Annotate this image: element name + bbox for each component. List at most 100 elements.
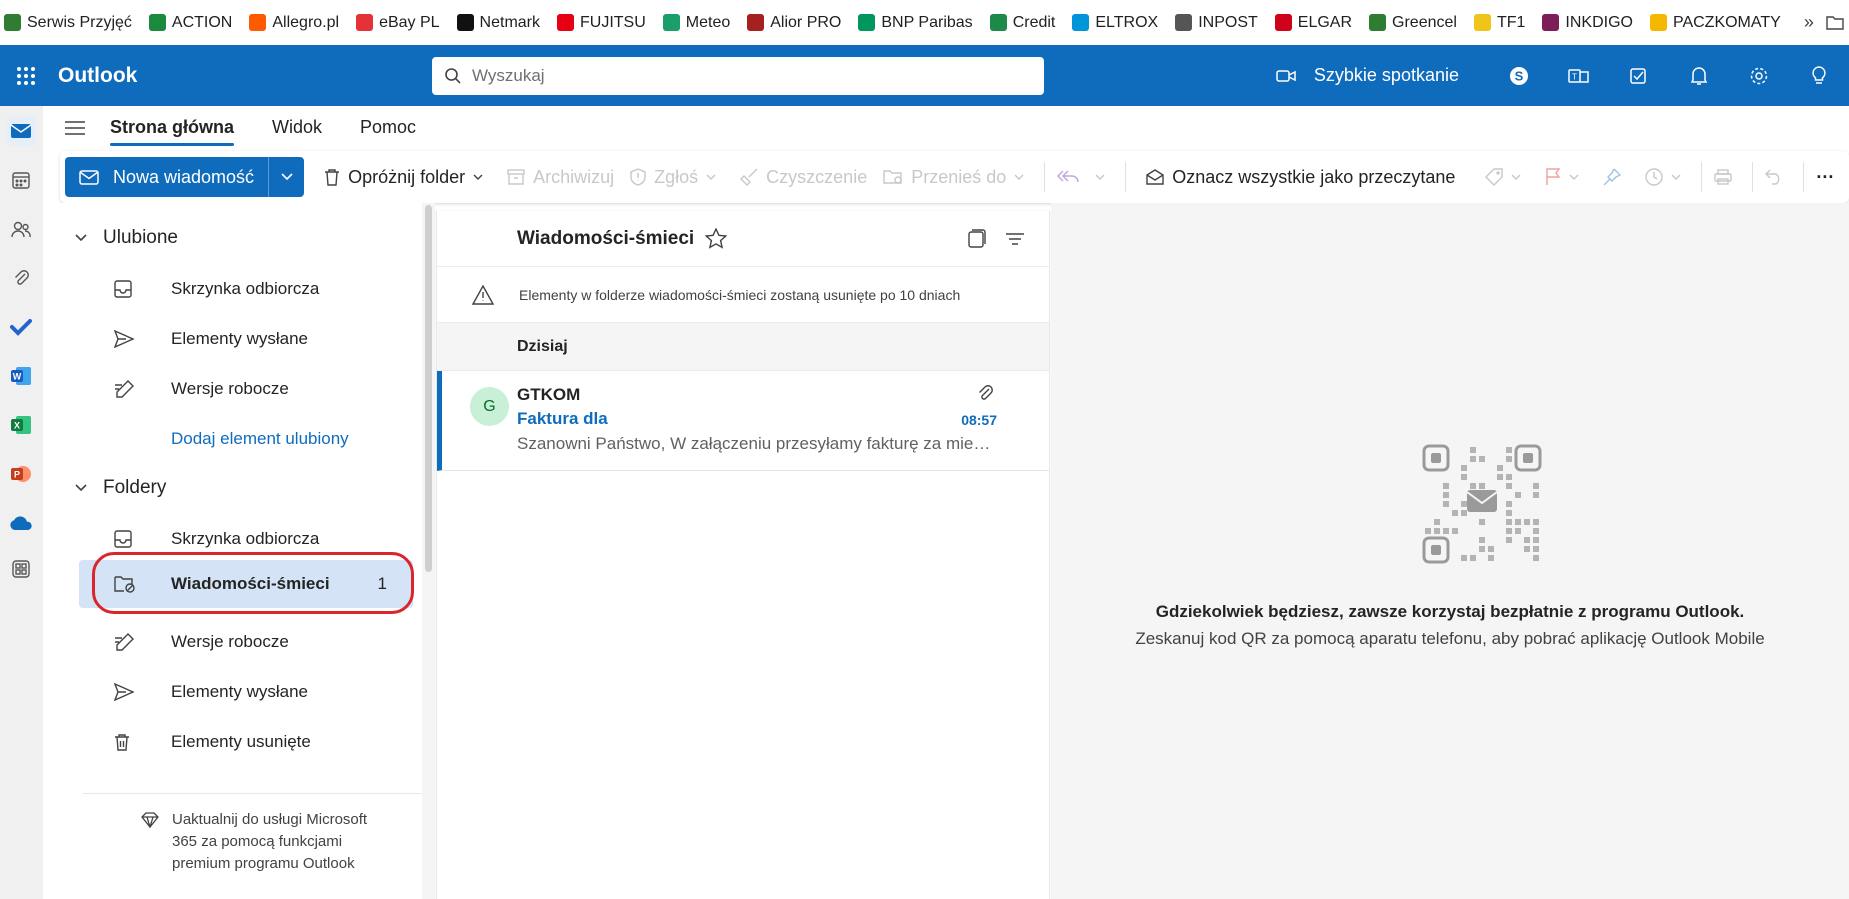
todo-icon[interactable]: [6, 312, 36, 342]
upgrade-banner[interactable]: Uaktualnij do usługi Microsoft 365 za po…: [83, 793, 423, 899]
search-box[interactable]: [432, 56, 1044, 95]
app-name[interactable]: Outlook: [58, 64, 432, 88]
empty-folder-button[interactable]: Opróżnij folder: [316, 157, 499, 197]
mail-icon[interactable]: [6, 116, 36, 146]
mark-all-read-button[interactable]: Oznacz wszystkie jako przeczytane: [1138, 157, 1463, 197]
bookmark-label: Meteo: [685, 13, 731, 31]
calendar-icon[interactable]: [6, 165, 36, 195]
favorite-inbox[interactable]: Skrzynka odbiorcza: [79, 265, 413, 313]
ribbon-divider: [1701, 162, 1703, 192]
bookmark-label: Netmark: [479, 13, 540, 31]
skype-icon[interactable]: S: [1489, 45, 1549, 106]
snooze-button[interactable]: [1637, 157, 1697, 197]
word-icon[interactable]: W: [6, 361, 36, 391]
message-time: 08:57: [961, 412, 997, 428]
folders-header[interactable]: Foldery: [75, 477, 166, 499]
bookmark-item[interactable]: Credit: [989, 14, 1055, 32]
undo-button[interactable]: [1757, 157, 1799, 197]
bookmarks-overflow-button[interactable]: »: [1804, 12, 1814, 33]
calendar-task-icon[interactable]: [1609, 45, 1669, 106]
favorite-drafts-label: Wersje robocze: [171, 379, 289, 398]
chevron-down-icon: [75, 484, 87, 492]
flag-icon: [1546, 168, 1561, 185]
bookmark-item[interactable]: eBay PL: [356, 14, 440, 32]
folder-sent[interactable]: Elementy wysłane: [79, 668, 413, 716]
favorite-drafts[interactable]: Wersje robocze: [79, 365, 413, 413]
favorites-header[interactable]: Ulubione: [75, 227, 178, 249]
gear-icon[interactable]: [1729, 45, 1789, 106]
bookmark-item[interactable]: ELGAR: [1274, 14, 1352, 32]
mark-all-read-label: Oznacz wszystkie jako przeczytane: [1172, 166, 1456, 187]
sweep-button[interactable]: Czyszczenie: [732, 157, 875, 197]
archive-button[interactable]: Archiwizuj: [499, 157, 622, 197]
bookmark-item[interactable]: Alior PRO: [747, 14, 841, 32]
search-input[interactable]: [472, 65, 1012, 86]
bookmark-item[interactable]: Serwis Przyjęć: [4, 14, 132, 32]
folder-deleted[interactable]: Elementy usunięte: [79, 718, 413, 766]
bell-icon[interactable]: [1669, 45, 1729, 106]
greencel-icon: [1369, 14, 1387, 31]
bookmark-item[interactable]: BNP Paribas: [858, 14, 973, 32]
more-apps-icon[interactable]: [6, 554, 36, 584]
bookmark-item[interactable]: Allegro.pl: [249, 14, 339, 32]
bookmark-item[interactable]: ACTION: [148, 14, 232, 32]
powerpoint-icon[interactable]: P: [6, 459, 36, 489]
print-button[interactable]: [1706, 157, 1748, 197]
bookmark-item[interactable]: TF1: [1473, 14, 1525, 32]
move-to-button[interactable]: Przenieś do: [875, 157, 1040, 197]
onedrive-icon[interactable]: [6, 508, 36, 538]
new-message-button[interactable]: Nowa wiadomość: [65, 157, 269, 197]
folder-pane-scrollbar[interactable]: [422, 203, 435, 899]
inbox-icon: [114, 280, 132, 298]
folder-drafts[interactable]: Wersje robocze: [79, 618, 413, 666]
tab-view[interactable]: Widok: [272, 109, 322, 146]
meteo-icon: [662, 14, 680, 31]
bookmark-item[interactable]: Netmark: [456, 13, 540, 32]
flag-button[interactable]: [1537, 157, 1595, 197]
printer-icon: [1714, 169, 1733, 185]
tag-button[interactable]: [1477, 157, 1537, 197]
select-mode-icon[interactable]: [967, 228, 987, 249]
bookmarks-bar: Serwis Przyjęć ACTION Allegro.pl eBay PL Net…: [0, 0, 1849, 45]
more-options-button[interactable]: ···: [1808, 157, 1842, 197]
app-launcher-icon[interactable]: [0, 45, 52, 106]
filter-icon[interactable]: [1005, 232, 1025, 246]
bookmark-item[interactable]: INKDIGO: [1542, 14, 1633, 32]
ribbon-divider: [1752, 162, 1754, 192]
pin-button[interactable]: [1595, 157, 1637, 197]
message-item[interactable]: G GTKOM Faktura dla Szanowni Państwo, W …: [437, 371, 1049, 471]
message-list: Wiadomości-śmieci Elementy w folderze wi…: [436, 211, 1050, 899]
scrollbar-thumb[interactable]: [425, 205, 432, 572]
report-button[interactable]: Zgłoś: [622, 157, 732, 197]
teams-icon[interactable]: T: [1549, 45, 1609, 106]
favorite-sent[interactable]: Elementy wysłane: [79, 315, 413, 363]
sun-icon: [1649, 14, 1667, 31]
reading-pane-title: Gdziekolwiek będziesz, zawsze korzystaj …: [1155, 602, 1745, 621]
avatar: G: [470, 387, 509, 426]
bookmark-item[interactable]: PACZKOMATY: [1649, 14, 1781, 32]
chevron-down-icon: [1095, 174, 1105, 180]
star-icon[interactable]: [705, 228, 727, 249]
eltrox-icon: [1072, 14, 1090, 31]
new-message-dropdown[interactable]: [268, 157, 305, 197]
bookmark-item[interactable]: ELTROX: [1072, 14, 1158, 32]
qr-code-icon: [1422, 444, 1542, 564]
bookmark-item[interactable]: FUJITSU: [557, 14, 646, 32]
hamburger-menu-icon[interactable]: [65, 120, 110, 136]
reply-all-button[interactable]: [1049, 157, 1121, 197]
meet-now-button[interactable]: Szybkie spotkanie: [1276, 65, 1459, 86]
people-icon[interactable]: [6, 214, 36, 244]
svg-text:X: X: [14, 421, 20, 431]
bookmark-item[interactable]: Greencel: [1369, 14, 1457, 32]
other-bookmarks-folder[interactable]: Pozostałe z: [1826, 14, 1849, 32]
tab-home[interactable]: Strona główna: [110, 109, 235, 146]
bookmark-item[interactable]: Meteo: [662, 13, 731, 32]
lightbulb-icon[interactable]: [1789, 45, 1849, 106]
paperclip-icon[interactable]: [6, 263, 36, 293]
add-favorite-link[interactable]: Dodaj element ulubiony: [171, 429, 349, 449]
excel-icon[interactable]: X: [6, 410, 36, 440]
tab-help[interactable]: Pomoc: [360, 109, 416, 146]
bookmark-item[interactable]: INPOST: [1175, 14, 1258, 32]
folder-deleted-label: Elementy usunięte: [171, 732, 311, 751]
favorite-inbox-label: Skrzynka odbiorcza: [171, 279, 320, 298]
